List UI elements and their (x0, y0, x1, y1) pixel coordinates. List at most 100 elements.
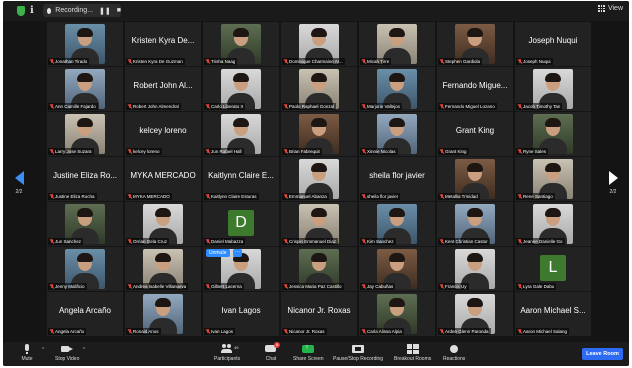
participant-tile[interactable]: Jeanne Danielle Go (515, 202, 591, 246)
participant-tile[interactable]: Jenny Malificio (47, 247, 123, 291)
participant-tile[interactable]: sheila flor javier sheila flor javier (359, 157, 435, 201)
participant-tile[interactable]: L Lyra Gale Dabu (515, 247, 591, 291)
muted-mic-icon (50, 59, 54, 64)
participant-tile[interactable]: Fernando Migue... Fernando Miguel Lozano (437, 67, 513, 111)
next-page-button[interactable]: 2/2 (603, 171, 623, 205)
arrow-left-icon (14, 171, 24, 185)
shield-icon[interactable] (17, 6, 25, 16)
participant-tile[interactable]: Larry Jose Suzara (47, 112, 123, 156)
participant-name: Stephen Gardiola (445, 59, 481, 64)
participant-tile[interactable]: Nicanor Jr. Roxas Nicanor Jr. Roxas (281, 292, 357, 336)
participant-name: Jun Rafael Hall (211, 149, 242, 154)
participant-tile[interactable]: Arden Glenn Paronda (437, 292, 513, 336)
participant-tile[interactable]: Micah Tirre (359, 22, 435, 66)
breakout-rooms-button[interactable]: Breakout Rooms (394, 344, 431, 362)
muted-mic-icon (206, 59, 210, 64)
participant-tile[interactable]: Justine Eliza Ro... Justine Eliza Rocha (47, 157, 123, 201)
muted-mic-icon (128, 104, 132, 109)
participant-tile[interactable]: Angela Arcaño Angela Arcaño (47, 292, 123, 336)
pause-icon[interactable]: ❚❚ (99, 7, 111, 15)
participants-button[interactable]: 49 Participants (214, 344, 240, 362)
participant-tile[interactable]: D Daniel Mabazza (203, 202, 279, 246)
muted-mic-icon (128, 194, 132, 199)
view-button[interactable]: View (597, 5, 623, 12)
participant-tile[interactable]: Jessica Maria Paz Castillo (281, 247, 357, 291)
muted-mic-icon (440, 104, 444, 109)
participant-tile[interactable]: Jonathan Tirado (47, 22, 123, 66)
muted-mic-icon (284, 149, 288, 154)
audio-options-caret-icon[interactable]: ^ (42, 347, 44, 353)
muted-mic-icon (206, 149, 210, 154)
participant-name: Jay Cabuñas (367, 284, 394, 289)
participant-tile[interactable]: Rene Santiago (515, 157, 591, 201)
stop-video-button[interactable]: Stop Video (55, 344, 79, 362)
participant-tile[interactable]: Aaron Michael S... Aaron Michael Salang (515, 292, 591, 336)
mute-button[interactable]: Mute (21, 344, 33, 362)
participant-label: Nicanor Jr. Roxas (282, 328, 327, 335)
participant-tile[interactable]: Ann Camille Fajardo (47, 67, 123, 111)
record-dot-icon (47, 7, 52, 14)
participant-name-display: Joseph Nuqui (528, 36, 578, 45)
previous-page-button[interactable]: 2/2 (9, 171, 29, 205)
participant-tile[interactable]: Kent Christian Castor (437, 202, 513, 246)
video-options-caret-icon[interactable]: ^ (83, 347, 85, 353)
participant-tile[interactable]: kelcey loreno kelcey loreno (125, 112, 201, 156)
more-options-button[interactable]: ··· (233, 249, 242, 257)
info-icon[interactable]: ℹ (30, 5, 34, 16)
participant-name-display: Justine Eliza Ro... (52, 171, 118, 180)
participant-tile[interactable]: Metallia Trinidad (437, 157, 513, 201)
participant-name: Daniel Mabazza (211, 239, 244, 244)
muted-mic-icon (206, 194, 210, 199)
muted-mic-icon (128, 284, 132, 289)
participant-label: Francis Uy (438, 283, 469, 290)
participant-name: Carla Alissa Alpia (367, 329, 402, 334)
participant-tile[interactable]: Brian Fabrequit (281, 112, 357, 156)
share-screen-icon (302, 344, 315, 354)
participant-tile[interactable]: Jacob Timothy Tan (515, 67, 591, 111)
participant-tile[interactable]: Andrea Isabelle Villanueva (125, 247, 201, 291)
participant-tile[interactable]: Francis Uy (437, 247, 513, 291)
participant-tile[interactable]: Joseph Nuqui Joseph Nuqui (515, 22, 591, 66)
participant-tile[interactable]: Kim Sanchez (359, 202, 435, 246)
participant-tile[interactable]: MYKA MERCADO MYKA MERCADO (125, 157, 201, 201)
participant-name-display: Kaitlynn Claire E... (208, 171, 274, 180)
stop-icon[interactable]: ■ (117, 7, 121, 14)
participant-tile[interactable]: Crispin Emmanuel Diaz (281, 202, 357, 246)
participant-tile[interactable]: Dominique Charmaine Ar... (281, 22, 357, 66)
participant-tile[interactable]: Carla Alissa Alpia (359, 292, 435, 336)
grid-icon (597, 5, 605, 12)
participant-tile[interactable]: Emmanuel Abanza (281, 157, 357, 201)
participant-name: Jun Sanchez (55, 239, 82, 244)
participant-tile[interactable]: Jay Cabuñas (359, 247, 435, 291)
chat-button[interactable]: 8 Chat (265, 342, 280, 362)
participant-tile[interactable]: Jun Sanchez (47, 202, 123, 246)
participant-label: Marjorie Vallejos (360, 103, 402, 110)
unmute-button[interactable]: Unmute (206, 249, 230, 257)
participant-label: Jeanne Danielle Go (516, 238, 565, 245)
reactions-button[interactable]: Reactions (443, 344, 465, 362)
participant-tile[interactable]: Ivan Lagos Ivan Lagos (203, 292, 279, 336)
participant-tile[interactable]: Orrian Gela Cruz (125, 202, 201, 246)
participant-tile[interactable]: Kaitlynn Claire E... Kaitlynn Claire Estu… (203, 157, 279, 201)
participant-tile[interactable]: Jun Rafael Hall (203, 112, 279, 156)
participant-tile[interactable]: Carlo Liberato II (203, 67, 279, 111)
participant-label: Emmanuel Abanza (282, 193, 329, 200)
participant-tile[interactable]: Xinnie Nicolas (359, 112, 435, 156)
participant-tile[interactable]: Ryne Sales (515, 112, 591, 156)
share-screen-button[interactable]: Share Screen (293, 344, 324, 362)
participant-tile[interactable]: Grant King Grant King (437, 112, 513, 156)
participant-tile[interactable]: Marjorie Vallejos (359, 67, 435, 111)
participant-tile[interactable]: Robert John Al... Robert John Almendral (125, 67, 201, 111)
participant-tile[interactable]: Unmute ··· Gilbert Lacerna (203, 247, 279, 291)
participant-label: Kaitlynn Claire Esturas (204, 193, 259, 200)
pause-stop-recording-button[interactable]: Pause/Stop Recording (333, 344, 383, 362)
leave-room-button[interactable]: Leave Room (582, 348, 623, 360)
participant-tile[interactable]: Stephen Gardiola (437, 22, 513, 66)
participant-tile[interactable]: Paolo Raphael Gonzal (281, 67, 357, 111)
muted-mic-icon (284, 329, 288, 334)
participant-label: MYKA MERCADO (126, 193, 172, 200)
participant-tile[interactable]: Kristen Kyra De... Kristen Kyra De Guzman (125, 22, 201, 66)
participant-tile[interactable]: Ronald Anos (125, 292, 201, 336)
participant-tile[interactable]: Trisha Naag (203, 22, 279, 66)
page-indicator-left: 2/2 (15, 189, 23, 195)
